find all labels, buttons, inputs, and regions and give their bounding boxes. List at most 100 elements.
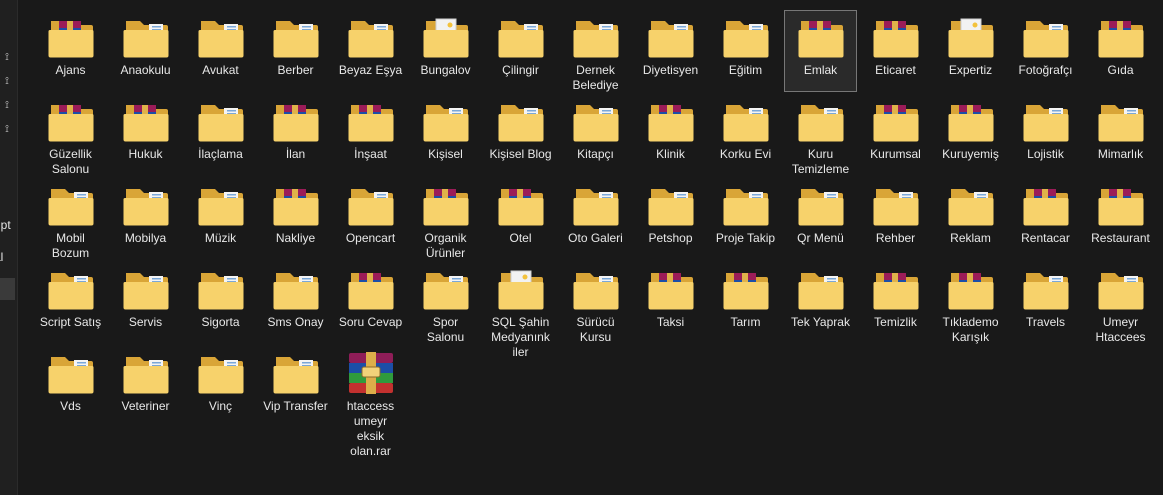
folder-icon: [122, 15, 170, 59]
file-item-label-line: Proje Takip: [715, 231, 776, 245]
nav-item-fragment[interactable]: al: [0, 250, 3, 264]
file-item[interactable]: Müzik: [184, 178, 257, 260]
file-item[interactable]: Temizlik: [859, 262, 932, 344]
file-item-label: Klinik: [635, 147, 707, 162]
pin-icon[interactable]: ⟟: [1, 52, 13, 64]
file-item[interactable]: Tarım: [709, 262, 782, 344]
file-item-label-line: Müzik: [204, 231, 237, 245]
file-item[interactable]: Lojistik: [1009, 94, 1082, 176]
file-item[interactable]: Veteriner: [109, 346, 182, 428]
file-item[interactable]: SQL Şahin Medyanınk iler: [484, 262, 557, 368]
file-item[interactable]: Proje Takip: [709, 178, 782, 260]
folder-icon: [1022, 15, 1070, 59]
file-item[interactable]: Korku Evi: [709, 94, 782, 176]
file-item[interactable]: Rehber: [859, 178, 932, 260]
pane-divider[interactable]: [17, 0, 18, 495]
file-item[interactable]: Fotoğrafçı: [1009, 10, 1082, 92]
file-item[interactable]: Mobil Bozum: [34, 178, 107, 260]
file-item[interactable]: Opencart: [334, 178, 407, 260]
file-item[interactable]: Gıda: [1084, 10, 1157, 92]
file-item[interactable]: Eğitim: [709, 10, 782, 92]
file-item[interactable]: Avukat: [184, 10, 257, 92]
winrar-folder-icon: [647, 267, 695, 311]
file-item[interactable]: Organik Ürünler: [409, 178, 482, 260]
file-item[interactable]: İlan: [259, 94, 332, 176]
file-item[interactable]: Mobilya: [109, 178, 182, 260]
file-item[interactable]: Tek Yaprak: [784, 262, 857, 344]
file-item[interactable]: Vds: [34, 346, 107, 428]
file-item-label-line: Kurumsal: [870, 147, 921, 161]
file-item[interactable]: Kuru Temizleme: [784, 94, 857, 176]
file-item[interactable]: Taksi: [634, 262, 707, 344]
folder-icon: [272, 15, 320, 59]
file-item[interactable]: Klinik: [634, 94, 707, 176]
file-item[interactable]: Kurumsal: [859, 94, 932, 176]
file-item[interactable]: Anaokulu: [109, 10, 182, 92]
file-item[interactable]: Diyetisyen: [634, 10, 707, 92]
file-item[interactable]: Mimarlık: [1084, 94, 1157, 176]
file-item[interactable]: Servis: [109, 262, 182, 344]
file-item-label-line: Emlak: [803, 63, 838, 77]
nav-item-fragment[interactable]: ript: [0, 218, 11, 232]
file-item-label: İlaçlama: [185, 147, 257, 162]
file-item[interactable]: Kitapçı: [559, 94, 632, 176]
file-item[interactable]: İnşaat: [334, 94, 407, 176]
file-item-label-line: Karışık: [951, 330, 990, 344]
file-item-label: Kişisel Blog: [485, 147, 557, 162]
file-item-label: Temizlik: [860, 315, 932, 330]
file-item[interactable]: Berber: [259, 10, 332, 92]
nav-item-fragment[interactable]: ri: [0, 146, 1, 160]
file-item[interactable]: Sürücü Kursu: [559, 262, 632, 344]
file-item[interactable]: Beyaz Eşya: [334, 10, 407, 92]
pin-icon[interactable]: ⟟: [1, 76, 13, 88]
folder-icon: [422, 99, 470, 143]
file-item[interactable]: Petshop: [634, 178, 707, 260]
file-item[interactable]: Sigorta: [184, 262, 257, 344]
file-item[interactable]: Kişisel Blog: [484, 94, 557, 176]
file-item[interactable]: İlaçlama: [184, 94, 257, 176]
file-item[interactable]: Emlak: [784, 10, 857, 92]
file-item[interactable]: Kişisel: [409, 94, 482, 176]
file-item[interactable]: Spor Salonu: [409, 262, 482, 344]
file-item-label: İlan: [260, 147, 332, 162]
file-item[interactable]: Rentacar: [1009, 178, 1082, 260]
file-item-label-line: Rehber: [875, 231, 916, 245]
file-item[interactable]: Çilingir: [484, 10, 557, 92]
file-item[interactable]: Expertiz: [934, 10, 1007, 92]
folder-icon: [572, 183, 620, 227]
file-item[interactable]: Hukuk: [109, 94, 182, 176]
file-item[interactable]: Otel: [484, 178, 557, 260]
file-item[interactable]: Qr Menü: [784, 178, 857, 260]
file-item-label-line: Vds: [60, 399, 81, 413]
file-item[interactable]: Ajans: [34, 10, 107, 92]
file-item[interactable]: Tıklademo Karışık: [934, 262, 1007, 344]
file-item-label-line: Eticaret: [875, 63, 916, 77]
file-item-label-line: Anaokulu: [120, 63, 171, 77]
file-item[interactable]: Reklam: [934, 178, 1007, 260]
file-item[interactable]: Güzellik Salonu: [34, 94, 107, 176]
file-item[interactable]: Umeyr Htaccees: [1084, 262, 1157, 344]
folder-icon: [722, 15, 770, 59]
file-item[interactable]: Travels: [1009, 262, 1082, 344]
nav-item-selected[interactable]: [0, 278, 15, 300]
file-item-label: Diyetisyen: [635, 63, 707, 78]
file-item[interactable]: Oto Galeri: [559, 178, 632, 260]
file-item[interactable]: Script Satış: [34, 262, 107, 344]
file-item-label-line: Nakliye: [275, 231, 316, 245]
pin-icon[interactable]: ⟟: [1, 100, 13, 112]
file-item[interactable]: Vinç: [184, 346, 257, 428]
file-item[interactable]: Eticaret: [859, 10, 932, 92]
file-item[interactable]: Soru Cevap: [334, 262, 407, 344]
folder-icon: [1097, 267, 1145, 311]
file-item[interactable]: htaccess umeyr eksik olan.rar: [334, 346, 407, 458]
file-item[interactable]: Dernek Belediye: [559, 10, 632, 92]
pin-icon[interactable]: ⟟: [1, 124, 13, 136]
file-item[interactable]: Restaurant: [1084, 178, 1157, 260]
file-item[interactable]: Bungalov: [409, 10, 482, 92]
folder-icon: [422, 267, 470, 311]
file-item[interactable]: Vip Transfer: [259, 346, 332, 428]
file-item[interactable]: Sms Onay: [259, 262, 332, 344]
file-item-label-line: Taksi: [656, 315, 685, 329]
file-item[interactable]: Nakliye: [259, 178, 332, 260]
file-item[interactable]: Kuruyemiş: [934, 94, 1007, 176]
